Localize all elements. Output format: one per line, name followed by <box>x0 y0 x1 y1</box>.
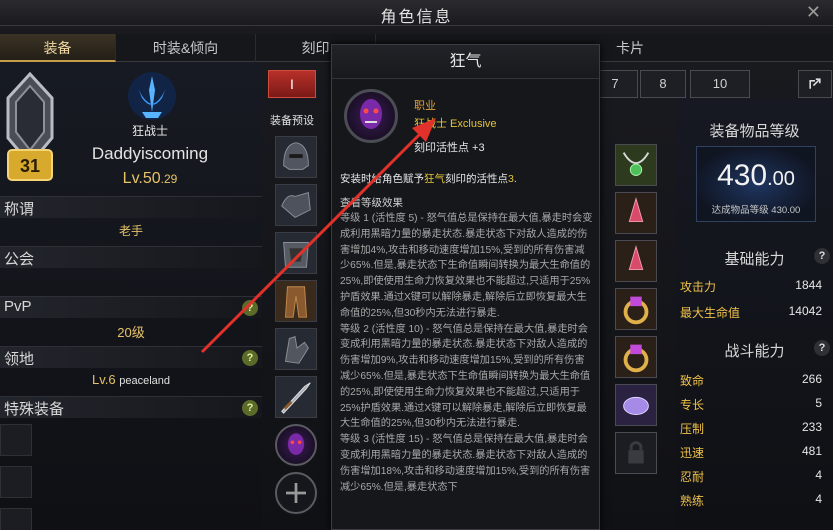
item-level-box: 430.00 达成物品等级 430.00 <box>696 146 816 222</box>
stat-row: 最大生命值 14042 <box>680 304 822 320</box>
item-level-label: 装备物品等级 <box>709 123 800 140</box>
rank-tier: 31 <box>20 156 40 176</box>
berserker-class-icon <box>128 72 176 120</box>
shoulder-armor-icon <box>281 192 311 218</box>
stat-row: 压制 233 <box>680 420 822 436</box>
tooltip-engrave-points: 刻印活性点 +3 <box>414 142 485 154</box>
item-level-value: 430.00 <box>717 159 795 192</box>
pvp-help-icon[interactable]: ? <box>242 300 258 316</box>
special-gear-slot[interactable] <box>0 466 32 498</box>
earring-icon <box>628 245 644 271</box>
preset-label: 装备预设 <box>270 115 314 127</box>
character-info-window: 角色信息 ✕ 装备 时装&倾向 刻印 卡片 31 狂战士 Daddyiscomi… <box>0 0 833 530</box>
title-value: 老手 <box>118 224 143 238</box>
special-gear-slot[interactable] <box>0 424 32 456</box>
stat-row: 攻击力 1844 <box>680 278 822 294</box>
tooltip-title: 狂气 <box>332 45 599 79</box>
necklace-icon <box>622 152 650 176</box>
equip-slot-weapon[interactable] <box>275 376 317 418</box>
engraving-slot-empty[interactable] <box>275 472 317 514</box>
basic-ability-label: 基础能力 <box>724 251 785 268</box>
pants-icon <box>285 286 307 318</box>
accessory-slot-earring-1[interactable] <box>615 192 657 234</box>
tooltip-effects-body: 等级 1 (活性度 5) - 怒气值总是保持在最大值,暴走时会变成利用黑暗力量的… <box>340 213 593 493</box>
window-title: 角色信息 <box>380 9 453 26</box>
estate-help-icon[interactable]: ? <box>242 350 258 366</box>
ability-stone-icon <box>623 396 649 415</box>
engraving-slot-berserker[interactable] <box>275 424 317 466</box>
rank-badge-icon: 31 <box>6 71 54 181</box>
tooltip-job-value: 狂战士 Exclusive <box>414 118 497 130</box>
close-icon[interactable]: ✕ <box>806 2 821 23</box>
gloves-icon <box>284 335 309 364</box>
tooltip-description: 安装时给角色赋予狂气刻印的活性点3. <box>340 173 517 185</box>
basic-help-icon[interactable]: ? <box>814 248 830 264</box>
export-icon[interactable] <box>798 70 832 98</box>
estate-value: Lv.6 peaceland <box>91 372 170 387</box>
helmet-icon <box>283 142 309 170</box>
accessory-slot-stone[interactable] <box>615 384 657 426</box>
special-gear-slot[interactable] <box>0 508 32 530</box>
engraving-tooltip: 狂气 职业 狂战士 Exclusive 刻印活性点 +3 安装时给角色赋予狂气刻… <box>331 44 600 530</box>
stats-panel: 装备物品等级 430.00 达成物品等级 430.00 基础能力 ? 攻击力 18… <box>676 98 833 530</box>
plus-icon <box>286 483 306 503</box>
tab-equipment[interactable]: 装备 <box>0 34 116 62</box>
special-gear-label: 特殊装备 <box>4 401 65 418</box>
stat-row: 致命 266 <box>680 372 822 388</box>
title-section: 称谓 <box>0 196 262 218</box>
greatsword-icon <box>281 382 311 414</box>
accessory-slot-locked[interactable] <box>615 432 657 474</box>
class-name: 狂战士 <box>131 124 168 138</box>
berserker-engraving-icon <box>287 433 305 455</box>
stat-row: 专长 5 <box>680 396 822 412</box>
combat-ability-label: 战斗能力 <box>724 343 785 360</box>
title-bar: 角色信息 ✕ <box>0 0 833 26</box>
estate-label: 领地 <box>4 351 35 368</box>
tab-costume[interactable]: 时装&倾向 <box>116 34 256 62</box>
character-name: Daddyiscoming <box>91 144 209 163</box>
berserker-engraving-portrait-icon <box>344 89 398 143</box>
equip-slot-pants[interactable] <box>275 280 317 322</box>
equip-slot-helmet[interactable] <box>275 136 317 178</box>
accessory-slot-necklace[interactable] <box>615 144 657 186</box>
guild-section: 公会 <box>0 246 262 268</box>
combat-help-icon[interactable]: ? <box>814 340 830 356</box>
accessory-slot-ring-2[interactable] <box>615 336 657 378</box>
preset-button-1[interactable]: I <box>268 70 316 98</box>
character-level: Lv.50.29 <box>122 170 178 187</box>
estate-section: 领地 ? <box>0 346 262 368</box>
special-gear-help-icon[interactable]: ? <box>242 400 258 416</box>
pvp-label: PvP <box>4 298 32 315</box>
tooltip-job-label: 职业 <box>414 100 436 112</box>
chest-armor-icon <box>283 242 309 268</box>
earring-icon <box>628 197 644 223</box>
item-level-sub: 达成物品等级 430.00 <box>711 205 801 216</box>
title-label: 称谓 <box>4 201 35 218</box>
equip-slot-gloves[interactable] <box>275 328 317 370</box>
pvp-value: 20级 <box>117 325 145 340</box>
stat-row: 熟练 4 <box>680 492 822 508</box>
character-panel: 31 狂战士 Daddyiscoming Lv.50.29 称谓 老手 公会 P… <box>0 62 262 530</box>
equip-slot-chest[interactable] <box>275 232 317 274</box>
ring-icon <box>623 296 649 325</box>
stat-row: 迅速 481 <box>680 444 822 460</box>
guild-label: 公会 <box>4 251 35 268</box>
pvp-section: PvP ? <box>0 296 262 318</box>
accessory-slot-ring-1[interactable] <box>615 288 657 330</box>
lock-icon <box>628 441 644 464</box>
tooltip-effects-label: 查看等级效果 <box>340 197 403 209</box>
preset-tab-8[interactable]: 8 <box>640 70 686 98</box>
preset-tab-10[interactable]: 10 <box>690 70 750 98</box>
ring-icon <box>623 344 649 373</box>
equip-slot-shoulder[interactable] <box>275 184 317 226</box>
special-gear-section: 特殊装备 ? <box>0 396 262 418</box>
stat-row: 忍耐 4 <box>680 468 822 484</box>
accessory-slot-earring-2[interactable] <box>615 240 657 282</box>
tab-cards[interactable]: 卡片 <box>600 34 660 62</box>
